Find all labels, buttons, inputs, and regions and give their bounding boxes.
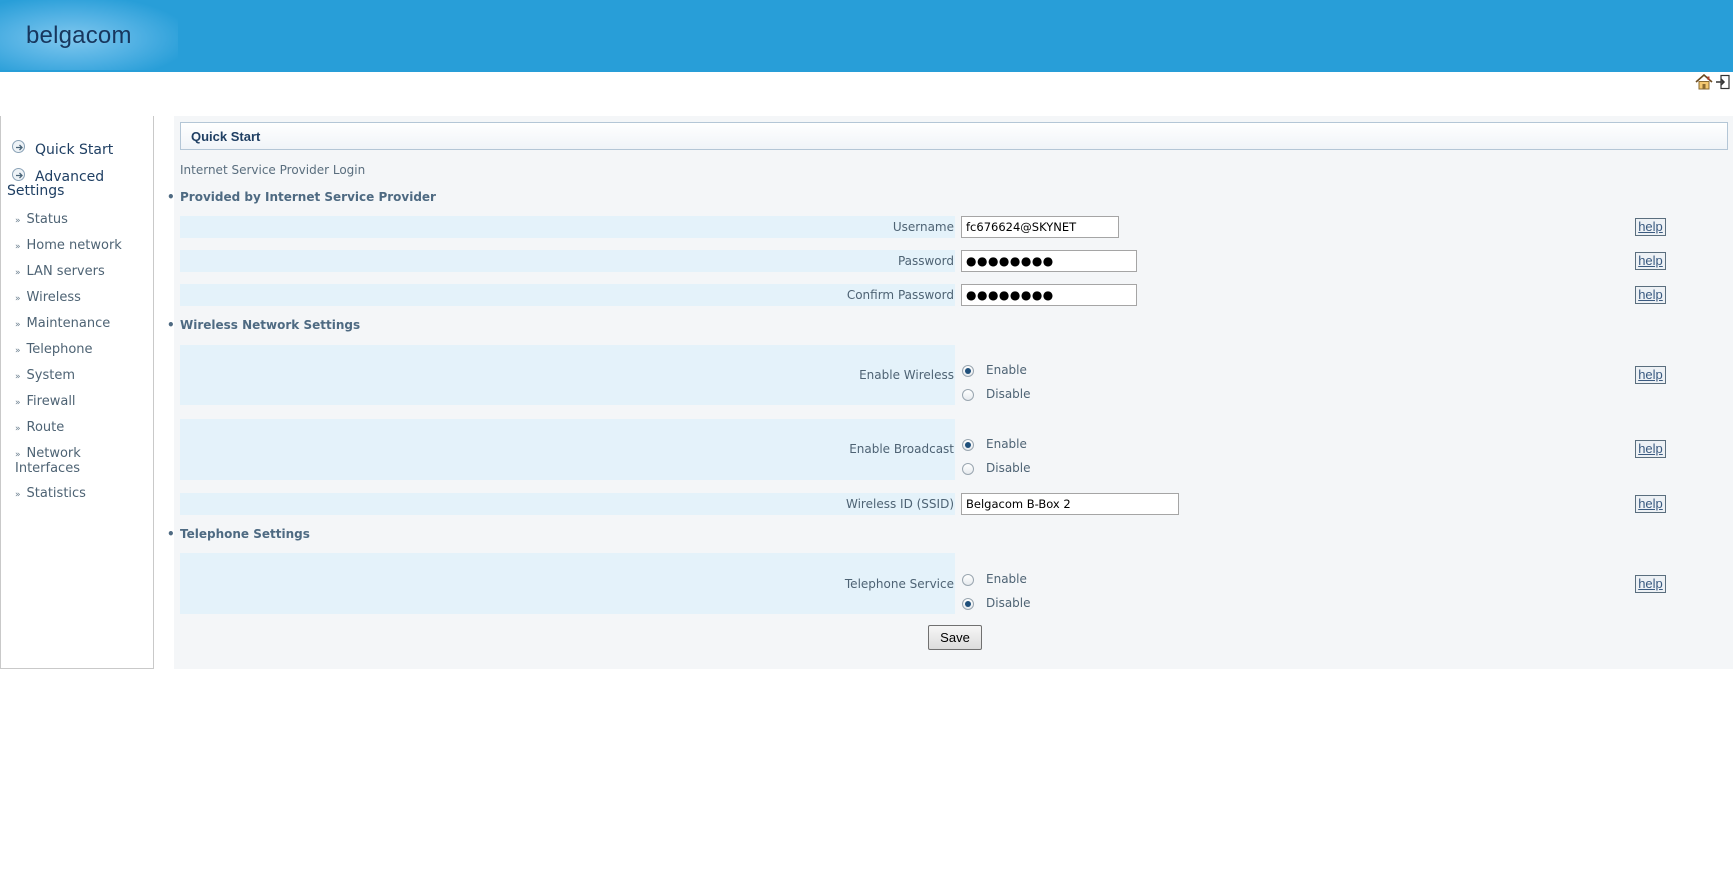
sidebar-nav: Quick Start Advanced Settings » Status » H… — [0, 116, 154, 669]
bullet-icon: • — [167, 190, 175, 204]
radio-label: Disable — [986, 596, 1031, 610]
sidebar-item-label: Maintenance — [26, 316, 111, 331]
sidebar-item-label: Wireless — [26, 290, 81, 305]
circle-arrow-icon — [12, 140, 25, 153]
sidebar-item-label: Network Interfaces — [15, 446, 81, 476]
bullet-icon: • — [167, 318, 175, 332]
sidebar-item-label: Quick Start — [35, 142, 114, 158]
sidebar-item-label: Home network — [26, 238, 122, 253]
belgacom-logo: belgacom — [0, 0, 178, 70]
double-chevron-icon: » — [15, 346, 21, 356]
radio-label: Enable — [986, 363, 1027, 377]
top-banner: belgacom — [0, 0, 1733, 72]
sidebar-item-wireless[interactable]: » Wireless — [15, 291, 81, 306]
double-chevron-icon: » — [15, 242, 21, 252]
enable-wireless-radio-disable[interactable] — [962, 389, 974, 401]
enable-broadcast-radio-enable[interactable] — [962, 439, 974, 451]
help-button-enable-wireless[interactable]: help — [1635, 366, 1666, 384]
enable-broadcast-radio-disable[interactable] — [962, 463, 974, 475]
sidebar-item-firewall[interactable]: » Firewall — [15, 395, 76, 410]
help-button-password[interactable]: help — [1635, 252, 1666, 270]
page-title-bar: Quick Start — [180, 122, 1728, 150]
logo-text: belgacom — [26, 22, 132, 49]
home-icon[interactable] — [1695, 73, 1713, 90]
sidebar-item-route[interactable]: » Route — [15, 421, 64, 436]
enable-wireless-label: Enable Wireless — [859, 368, 954, 382]
section-heading-wireless: • Wireless Network Settings — [167, 318, 361, 332]
double-chevron-icon: » — [15, 372, 21, 382]
logout-icon[interactable] — [1715, 74, 1731, 90]
help-button-enable-broadcast[interactable]: help — [1635, 440, 1666, 458]
enable-broadcast-label: Enable Broadcast — [849, 442, 954, 456]
save-button[interactable]: Save — [928, 625, 982, 650]
sidebar-item-label: Telephone — [26, 342, 93, 357]
radio-label: Enable — [986, 437, 1027, 451]
password-label: Password — [897, 254, 954, 268]
username-label: Username — [892, 220, 954, 234]
sidebar-item-status[interactable]: » Status — [15, 213, 68, 228]
telephone-radio-enable[interactable] — [962, 574, 974, 586]
sidebar-item-label: System — [26, 368, 75, 383]
telephone-service-label: Telephone Service — [844, 577, 954, 591]
bullet-icon: • — [167, 527, 175, 541]
section-heading-text: Provided by Internet Service Provider — [180, 190, 436, 204]
double-chevron-icon: » — [15, 490, 21, 500]
isp-login-label: Internet Service Provider Login — [180, 163, 366, 177]
double-chevron-icon: » — [15, 294, 21, 304]
help-button-confirm-password[interactable]: help — [1635, 286, 1666, 304]
sidebar-item-label: Statistics — [26, 486, 86, 501]
sidebar-item-lan-servers[interactable]: » LAN servers — [15, 265, 105, 280]
ssid-label: Wireless ID (SSID) — [846, 497, 954, 511]
sidebar-item-system[interactable]: » System — [15, 369, 75, 384]
sidebar-item-home-network[interactable]: » Home network — [15, 239, 122, 254]
sidebar-item-maintenance[interactable]: » Maintenance — [15, 317, 110, 332]
sidebar-item-telephone[interactable]: » Telephone — [15, 343, 93, 358]
sidebar-item-network-interfaces[interactable]: » Network Interfaces — [15, 447, 135, 476]
username-field[interactable]: fc676624@SKYNET — [961, 216, 1119, 238]
sidebar-item-label: Status — [26, 212, 68, 227]
section-heading-telephone: • Telephone Settings — [167, 527, 310, 541]
help-button-telephone[interactable]: help — [1635, 575, 1666, 593]
section-heading-isp: • Provided by Internet Service Provider — [167, 190, 436, 204]
confirm-password-field[interactable]: ●●●●●●●● — [961, 284, 1137, 306]
confirm-password-label: Confirm Password — [846, 288, 954, 302]
double-chevron-icon: » — [15, 268, 21, 278]
double-chevron-icon: » — [15, 424, 21, 434]
radio-label: Disable — [986, 387, 1031, 401]
password-field[interactable]: ●●●●●●●● — [961, 250, 1137, 272]
help-button-ssid[interactable]: help — [1635, 495, 1666, 513]
section-heading-text: Telephone Settings — [180, 527, 310, 541]
sidebar-item-label: LAN servers — [26, 264, 105, 279]
main-panel: Quick Start Internet Service Provider Lo… — [167, 116, 1733, 669]
enable-wireless-radio-enable[interactable] — [962, 365, 974, 377]
double-chevron-icon: » — [15, 398, 21, 408]
radio-label: Disable — [986, 461, 1031, 475]
sidebar-item-label: Route — [26, 420, 65, 435]
double-chevron-icon: » — [15, 216, 21, 226]
help-button-username[interactable]: help — [1635, 218, 1666, 236]
page-title: Quick Start — [191, 129, 261, 144]
double-chevron-icon: » — [15, 320, 21, 330]
telephone-radio-disable[interactable] — [962, 598, 974, 610]
section-heading-text: Wireless Network Settings — [180, 318, 361, 332]
ssid-field[interactable]: Belgacom B-Box 2 — [961, 493, 1179, 515]
radio-label: Enable — [986, 572, 1027, 586]
sidebar-item-label: Firewall — [26, 394, 76, 409]
double-chevron-icon: » — [15, 450, 21, 460]
sidebar-item-label: Advanced Settings — [7, 169, 105, 199]
sidebar-item-statistics[interactable]: » Statistics — [15, 487, 86, 502]
